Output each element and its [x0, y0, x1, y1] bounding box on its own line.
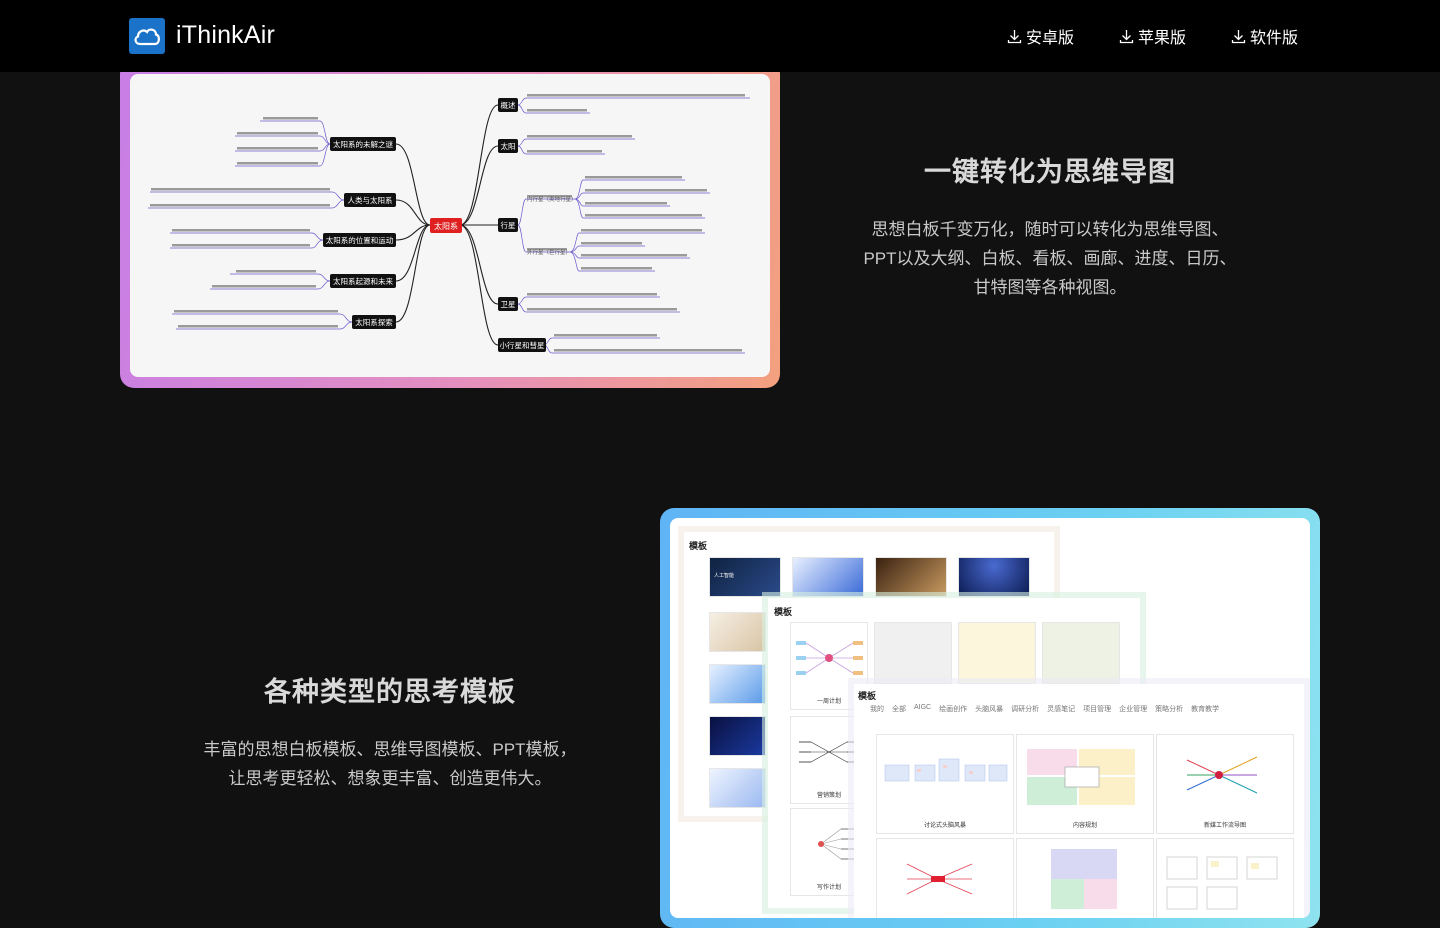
templates-preview: 模板 人工智能 模板 一周计划 营销策划 写作计划 模板 我的 全部 AIGC …: [670, 518, 1310, 918]
ppt-thumb[interactable]: [709, 716, 766, 756]
download-icon: [1119, 29, 1134, 43]
mindmap-preview: 太阳系 概述 太阳 行星 卫星 小行星和彗星 内行星（类地行星） 外行星（巨行星…: [130, 74, 770, 377]
mindmap-branch-position: 太阳系的位置和运动: [326, 235, 394, 245]
section1-description: 思想白板千变万化，随时可以转化为思维导图、 PPT以及大纲、白板、看板、画廊、进…: [830, 215, 1270, 302]
board-thumb-icon: [1166, 856, 1278, 910]
nav-ios-download[interactable]: 苹果版: [1119, 24, 1186, 48]
mindmap-branch-exploration: 太阳系探索: [355, 317, 393, 327]
mindmap-branch-moons: 卫星: [501, 300, 516, 309]
template-category-tabs: 我的 全部 AIGC 绘画创作 头脑风暴 调研分析 灵感笔记 项目管理 企业管理…: [870, 704, 1219, 714]
mindmap-branch-humans: 人类与太阳系: [348, 195, 393, 205]
tab-aigc[interactable]: AIGC: [914, 704, 931, 714]
panel-title: 模板: [689, 541, 708, 551]
whiteboard-template-card[interactable]: [1156, 838, 1294, 918]
ppt-thumb[interactable]: [709, 768, 766, 808]
tab-enterprise[interactable]: 企业管理: [1119, 704, 1147, 714]
whiteboard-template-card[interactable]: [876, 838, 1014, 918]
ppt-thumb-label: 人工智能: [714, 573, 735, 579]
tab-research[interactable]: 调研分析: [1011, 704, 1039, 714]
mindmap-thumb-icon: [796, 641, 863, 675]
mindmap-branch-sun: 太阳: [501, 141, 516, 151]
board-thumb-icon: [1186, 756, 1258, 794]
tab-all[interactable]: 全部: [892, 704, 906, 714]
mindmap-subgroup: 外行星（巨行星）: [527, 248, 571, 256]
desc-line: 甘特图等各种视图。: [973, 278, 1127, 297]
mindmap-template-card[interactable]: [958, 622, 1036, 684]
desc-line: 让思考更轻松、想象更丰富、创造更伟大。: [228, 769, 552, 788]
tab-notes[interactable]: 灵感笔记: [1047, 704, 1075, 714]
board-thumb-icon: [906, 863, 973, 895]
whiteboard-template-card[interactable]: 内容规划: [1016, 734, 1154, 834]
ppt-thumb[interactable]: [709, 612, 766, 652]
whiteboard-template-card[interactable]: [1016, 838, 1154, 918]
section1-title: 一键转化为思维导图: [924, 157, 1176, 187]
panel-title: 模板: [774, 607, 793, 617]
ppt-thumb[interactable]: [709, 664, 766, 704]
mindmap-branch-overview: 概述: [501, 100, 516, 110]
brand-name[interactable]: iThinkAir: [176, 21, 275, 50]
nav-android-download[interactable]: 安卓版: [1007, 24, 1074, 48]
mindmap-branch-mysteries: 太阳系的未解之谜: [333, 139, 393, 149]
board-thumb-icon: [1051, 849, 1117, 909]
whiteboard-template-panel: 模板 我的 全部 AIGC 绘画创作 头脑风暴 调研分析 灵感笔记 项目管理 企…: [854, 684, 1304, 918]
tab-project[interactable]: 项目管理: [1083, 704, 1111, 714]
mindmap-diagram: 太阳系 概述 太阳 行星 卫星 小行星和彗星 内行星（类地行星） 外行星（巨行星…: [148, 94, 750, 354]
mindmap-subgroup: 内行星（类地行星）: [527, 195, 577, 203]
tab-brainstorm[interactable]: 头脑风暴: [975, 704, 1003, 714]
tab-drawing[interactable]: 绘画创作: [939, 704, 967, 714]
mindmap-template-card[interactable]: [1042, 622, 1120, 684]
mindmap-center-node: 太阳系: [434, 221, 458, 231]
template-label: 新媒工作流导图: [1203, 823, 1246, 829]
ppt-thumb[interactable]: [792, 557, 864, 597]
mindmap-branch-asteroids: 小行星和彗星: [500, 340, 545, 350]
nav-label: 安卓版: [1026, 30, 1075, 47]
panel-title: 模板: [858, 691, 877, 701]
nav-label: 软件版: [1250, 30, 1299, 47]
mindmap-template-card[interactable]: [874, 622, 952, 684]
board-thumb-icon: [884, 758, 1008, 782]
desc-line: PPT以及大纲、白板、看板、画廊、进度、日历、: [863, 249, 1237, 268]
download-icon: [1007, 29, 1022, 43]
templates-preview-frame: 模板 人工智能 模板 一周计划 营销策划 写作计划 模板 我的 全部 AIGC …: [660, 508, 1320, 928]
whiteboard-template-card[interactable]: 新媒工作流导图: [1156, 734, 1294, 834]
ppt-thumb[interactable]: [875, 557, 947, 597]
board-thumb-icon: [1027, 749, 1135, 805]
template-label: 内容规划: [1072, 823, 1097, 829]
mindmap-branch-origin: 太阳系起源和未来: [333, 276, 393, 286]
ppt-thumb[interactable]: [958, 557, 1030, 597]
template-label: 讨论式头脑风暴: [923, 823, 966, 829]
tab-strategy[interactable]: 策略分析: [1155, 704, 1183, 714]
cloud-logo-icon[interactable]: [129, 18, 165, 54]
mindmap-branch-planets: 行星: [501, 220, 516, 230]
download-icon: [1231, 29, 1246, 43]
section2-description: 丰富的思想白板模板、思维导图模板、PPT模板， 让思考更轻松、想象更丰富、创造更…: [170, 735, 610, 793]
desc-line: 丰富的思想白板模板、思维导图模板、PPT模板，: [203, 740, 577, 759]
mindmap-preview-frame: 太阳系 概述 太阳 行星 卫星 小行星和彗星 内行星（类地行星） 外行星（巨行星…: [120, 60, 780, 388]
tab-education[interactable]: 教育教学: [1191, 704, 1219, 714]
top-navigation-bar: iThinkAir 安卓版 苹果版 软件版: [0, 0, 1440, 72]
whiteboard-template-card[interactable]: 讨论式头脑风暴: [876, 734, 1014, 834]
tab-mine[interactable]: 我的: [870, 704, 884, 714]
nav-label: 苹果版: [1138, 30, 1187, 47]
nav-desktop-download[interactable]: 软件版: [1231, 24, 1298, 48]
section2-title: 各种类型的思考模板: [264, 677, 516, 707]
desc-line: 思想白板千变万化，随时可以转化为思维导图、: [871, 220, 1229, 239]
